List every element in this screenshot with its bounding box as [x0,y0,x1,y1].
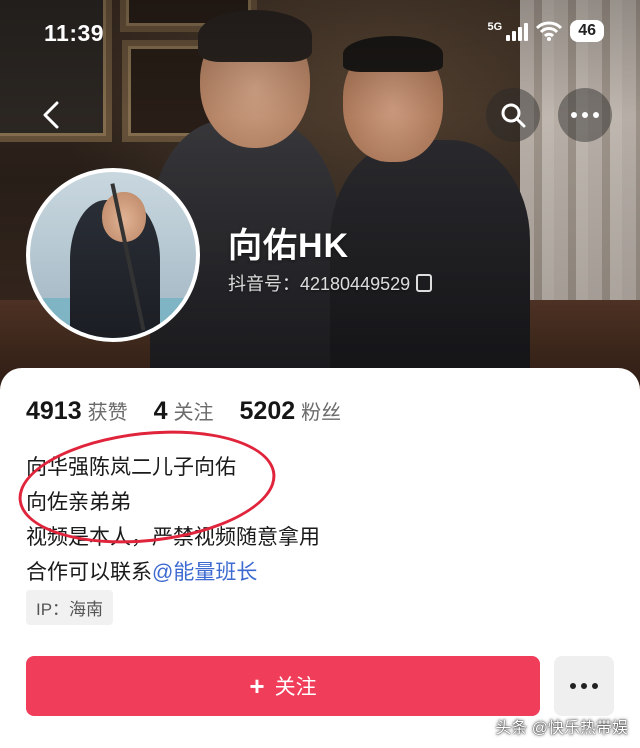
wifi-icon [536,21,563,41]
stat-value: 4913 [26,397,82,425]
stat-following[interactable]: 4 关注 [154,396,214,426]
profile-bio: 向华强陈岚二儿子向佑 向佐亲弟弟 视频是本人，严禁视频随意拿用 合作可以联系@能… [26,450,320,590]
network-label: 5G [487,21,503,33]
signal-icon [506,21,529,41]
stat-value: 5202 [239,397,296,425]
plus-icon: + [249,671,265,701]
follow-button[interactable]: + 关注 [26,656,540,716]
watermark: 头条 @快乐热带娱 [495,720,628,737]
bio-line: 向华强陈岚二儿子向佑 [26,456,236,479]
more-icon [570,683,598,689]
douyin-id-row[interactable]: 抖音号：42180449529 [228,270,433,296]
stat-value: 4 [153,397,168,425]
stat-likes[interactable]: 4913 获赞 [26,396,128,426]
search-button[interactable] [486,88,540,142]
stat-label: 获赞 [87,402,128,424]
status-icons: 5G 46 [488,20,604,42]
ip-location-tag: IP：海南 [26,590,114,625]
bio-line: 合作可以联系@能量班长 [26,555,320,590]
battery-indicator: 46 [570,20,604,42]
follow-label: 关注 [274,676,317,699]
stat-label: 关注 [173,402,214,424]
status-time: 11:39 [44,20,105,46]
bio-contact-text: 合作可以联系 [26,561,152,584]
more-actions-button[interactable] [554,656,614,716]
profile-card: 4913 获赞 4 关注 5202 粉丝 向华强陈岚二儿子向佑 向佐亲弟弟 视频… [0,368,640,748]
more-icon [571,112,599,118]
more-options-button[interactable] [558,88,612,142]
stats-row: 4913 获赞 4 关注 5202 粉丝 [26,396,341,426]
mention-link[interactable]: @能量班长 [152,561,257,584]
back-icon [43,101,59,129]
stat-followers[interactable]: 5202 粉丝 [240,396,342,426]
copy-icon[interactable] [416,274,433,292]
back-button[interactable] [24,88,78,142]
bio-line: 视频是本人，严禁视频随意拿用 [26,526,320,549]
stat-label: 粉丝 [301,402,342,424]
search-icon [501,103,526,128]
bio-line: 向佐亲弟弟 [26,491,131,514]
profile-name: 向佑HK [228,227,350,265]
avatar[interactable] [26,168,200,342]
douyin-id: 抖音号：42180449529 [228,274,411,294]
